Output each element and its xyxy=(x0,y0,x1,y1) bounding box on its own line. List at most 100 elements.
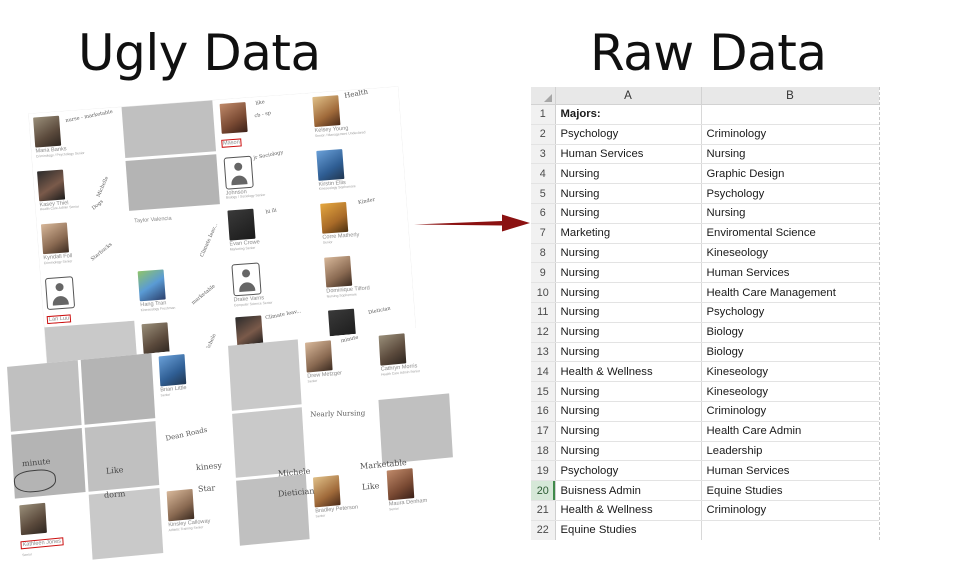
cell-a[interactable]: Nursing xyxy=(555,203,702,224)
cell-a[interactable]: Nursing xyxy=(555,243,702,264)
table-row[interactable]: 21 Health & Wellness Criminology xyxy=(531,500,879,521)
row-header[interactable]: 17 xyxy=(531,421,556,442)
cell-a[interactable]: Health & Wellness xyxy=(555,500,702,521)
table-row[interactable]: 6 Nursing Nursing xyxy=(531,203,879,224)
cell-a[interactable]: Nursing xyxy=(555,342,702,363)
handwritten-note: Like xyxy=(105,465,124,476)
cell-b[interactable]: Kineseology xyxy=(701,381,879,402)
table-row[interactable]: 8 Nursing Kineseology xyxy=(531,243,879,264)
cell-b[interactable]: Kineseology xyxy=(701,361,879,383)
row-header[interactable]: 12 xyxy=(531,322,556,343)
cell-a[interactable]: Nursing xyxy=(555,163,702,185)
cell-a[interactable]: Nursing xyxy=(555,262,702,284)
table-row[interactable]: 2 Psychology Criminology xyxy=(531,124,879,145)
row-header[interactable]: 6 xyxy=(531,203,556,224)
table-row[interactable]: 4 Nursing Graphic Design xyxy=(531,163,879,185)
cell-a[interactable]: Nursing xyxy=(555,441,702,462)
table-row[interactable]: 10 Nursing Health Care Management xyxy=(531,282,879,303)
cell-a[interactable]: Marketing xyxy=(555,223,702,244)
cell-a[interactable]: Majors: xyxy=(555,104,702,125)
row-header[interactable]: 3 xyxy=(531,144,556,165)
cell-b[interactable]: Biology xyxy=(701,342,879,363)
select-all-corner[interactable] xyxy=(531,87,556,105)
row-header[interactable]: 1 xyxy=(531,104,556,125)
cell-b[interactable]: Human Services xyxy=(701,262,879,284)
cell-b[interactable]: Enviromental Science xyxy=(701,223,879,244)
row-header[interactable]: 11 xyxy=(531,302,556,323)
column-header-row: A B xyxy=(531,87,879,105)
cell-b[interactable] xyxy=(701,104,879,125)
table-row[interactable]: 17 Nursing Health Care Admin xyxy=(531,421,879,442)
cell-b[interactable]: Psychology xyxy=(701,302,879,323)
column-header-a[interactable]: A xyxy=(555,87,702,105)
cell-a[interactable]: Buisness Admin xyxy=(555,480,702,501)
table-row[interactable]: 9 Nursing Human Services xyxy=(531,262,879,284)
table-row[interactable]: 7 Marketing Enviromental Science xyxy=(531,223,879,244)
handwritten-note: minute xyxy=(21,456,51,469)
cell-a[interactable]: Nursing xyxy=(555,421,702,442)
table-row[interactable]: 1 Majors: xyxy=(531,104,879,125)
table-row[interactable]: 3 Human Services Nursing xyxy=(531,144,879,165)
cell-b[interactable]: Leadership xyxy=(701,441,879,462)
cell-a[interactable]: Psychology xyxy=(555,460,702,482)
cell-b[interactable]: Equine Studies xyxy=(701,480,879,501)
row-header[interactable]: 7 xyxy=(531,223,556,244)
table-row[interactable]: 20 Buisness Admin Equine Studies xyxy=(531,480,879,501)
cell-a[interactable]: Nursing xyxy=(555,183,702,204)
table-row[interactable]: 11 Nursing Psychology xyxy=(531,302,879,323)
cell-b[interactable]: Criminology xyxy=(701,500,879,521)
cell-b[interactable] xyxy=(701,520,879,540)
table-row[interactable]: 5 Nursing Psychology xyxy=(531,183,879,204)
cell-a[interactable]: Psychology xyxy=(555,124,702,145)
student-meta: Senior xyxy=(22,552,33,558)
cell-a[interactable]: Human Services xyxy=(555,144,702,165)
cell-b[interactable]: Human Services xyxy=(701,460,879,482)
row-header[interactable]: 22 xyxy=(531,520,556,540)
row-header[interactable]: 20 xyxy=(531,480,556,501)
cell-a[interactable]: Equine Studies xyxy=(555,520,702,540)
cell-a[interactable]: Nursing xyxy=(555,302,702,323)
row-header[interactable]: 15 xyxy=(531,381,556,402)
row-header[interactable]: 10 xyxy=(531,282,556,303)
row-header[interactable]: 13 xyxy=(531,342,556,363)
row-header[interactable]: 8 xyxy=(531,243,556,264)
handwritten-note: Like xyxy=(361,481,380,492)
cell-b[interactable]: Criminology xyxy=(701,401,879,422)
table-row[interactable]: 12 Nursing Biology xyxy=(531,322,879,343)
table-row[interactable]: 13 Nursing Biology xyxy=(531,342,879,363)
row-header[interactable]: 21 xyxy=(531,500,556,521)
spreadsheet[interactable]: A B 1 Majors: 2 Psychology Criminology 3 Human… xyxy=(531,87,880,540)
table-row[interactable]: 14 Health & Wellness Kineseology xyxy=(531,361,879,383)
cell-b[interactable]: Graphic Design xyxy=(701,163,879,185)
table-row[interactable]: 22 Equine Studies xyxy=(531,520,879,540)
cell-b[interactable]: Nursing xyxy=(701,203,879,224)
student-name: Kathleen Jones xyxy=(20,536,64,551)
cell-b[interactable]: Kineseology xyxy=(701,243,879,264)
table-row[interactable]: 15 Nursing Kineseology xyxy=(531,381,879,402)
cell-a[interactable]: Health & Wellness xyxy=(555,361,702,383)
cell-a[interactable]: Nursing xyxy=(555,282,702,303)
table-row[interactable]: 16 Nursing Criminology xyxy=(531,401,879,422)
column-header-b[interactable]: B xyxy=(701,87,879,105)
row-header[interactable]: 2 xyxy=(531,124,556,145)
table-row[interactable]: 18 Nursing Leadership xyxy=(531,441,879,462)
cell-b[interactable]: Nursing xyxy=(701,144,879,165)
row-header[interactable]: 14 xyxy=(531,361,556,383)
spreadsheet-table[interactable]: A B 1 Majors: 2 Psychology Criminology 3 Human… xyxy=(531,87,879,540)
cell-b[interactable]: Criminology xyxy=(701,124,879,145)
row-header[interactable]: 19 xyxy=(531,460,556,482)
cell-b[interactable]: Health Care Management xyxy=(701,282,879,303)
page-title-ugly-data: Ugly Data xyxy=(78,24,321,82)
row-header[interactable]: 5 xyxy=(531,183,556,204)
cell-b[interactable]: Health Care Admin xyxy=(701,421,879,442)
cell-a[interactable]: Nursing xyxy=(555,322,702,343)
table-row[interactable]: 19 Psychology Human Services xyxy=(531,460,879,482)
row-header[interactable]: 16 xyxy=(531,401,556,422)
cell-b[interactable]: Psychology xyxy=(701,183,879,204)
cell-a[interactable]: Nursing xyxy=(555,401,702,422)
cell-b[interactable]: Biology xyxy=(701,322,879,343)
row-header[interactable]: 18 xyxy=(531,441,556,462)
row-header[interactable]: 4 xyxy=(531,163,556,185)
cell-a[interactable]: Nursing xyxy=(555,381,702,402)
row-header[interactable]: 9 xyxy=(531,262,556,284)
